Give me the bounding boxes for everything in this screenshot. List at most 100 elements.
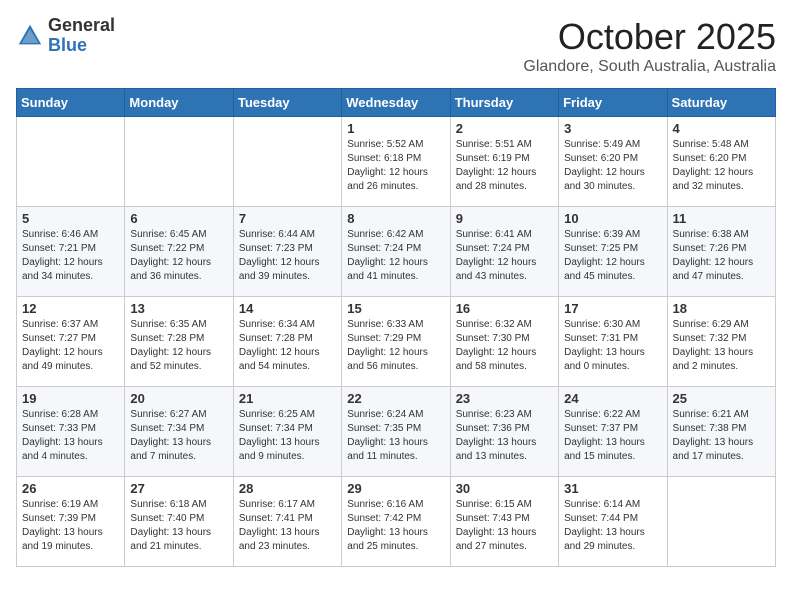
day-number: 28 bbox=[239, 481, 336, 496]
day-number: 14 bbox=[239, 301, 336, 316]
day-info: Sunrise: 6:41 AM Sunset: 7:24 PM Dayligh… bbox=[456, 228, 553, 284]
logo-text: General Blue bbox=[48, 16, 115, 56]
day-info: Sunrise: 6:18 AM Sunset: 7:40 PM Dayligh… bbox=[130, 498, 227, 554]
weekday-header-thursday: Thursday bbox=[450, 89, 558, 117]
logo-icon bbox=[16, 22, 44, 50]
day-info: Sunrise: 6:19 AM Sunset: 7:39 PM Dayligh… bbox=[22, 498, 119, 554]
calendar-week-4: 19Sunrise: 6:28 AM Sunset: 7:33 PM Dayli… bbox=[17, 387, 776, 477]
day-info: Sunrise: 6:17 AM Sunset: 7:41 PM Dayligh… bbox=[239, 498, 336, 554]
page-header: General Blue October 2025 Glandore, Sout… bbox=[16, 16, 776, 76]
day-number: 27 bbox=[130, 481, 227, 496]
day-number: 16 bbox=[456, 301, 553, 316]
day-number: 15 bbox=[347, 301, 444, 316]
day-info: Sunrise: 6:38 AM Sunset: 7:26 PM Dayligh… bbox=[673, 228, 770, 284]
weekday-header-saturday: Saturday bbox=[667, 89, 775, 117]
day-info: Sunrise: 5:49 AM Sunset: 6:20 PM Dayligh… bbox=[564, 138, 661, 194]
day-number: 1 bbox=[347, 121, 444, 136]
day-info: Sunrise: 6:25 AM Sunset: 7:34 PM Dayligh… bbox=[239, 408, 336, 464]
calendar-cell bbox=[233, 117, 341, 207]
day-number: 30 bbox=[456, 481, 553, 496]
day-info: Sunrise: 6:42 AM Sunset: 7:24 PM Dayligh… bbox=[347, 228, 444, 284]
month-title: October 2025 bbox=[523, 16, 776, 58]
day-number: 29 bbox=[347, 481, 444, 496]
calendar-cell: 17Sunrise: 6:30 AM Sunset: 7:31 PM Dayli… bbox=[559, 297, 667, 387]
day-number: 25 bbox=[673, 391, 770, 406]
day-number: 11 bbox=[673, 211, 770, 226]
day-info: Sunrise: 6:32 AM Sunset: 7:30 PM Dayligh… bbox=[456, 318, 553, 374]
calendar-week-1: 1Sunrise: 5:52 AM Sunset: 6:18 PM Daylig… bbox=[17, 117, 776, 207]
day-number: 23 bbox=[456, 391, 553, 406]
weekday-header-sunday: Sunday bbox=[17, 89, 125, 117]
day-info: Sunrise: 6:28 AM Sunset: 7:33 PM Dayligh… bbox=[22, 408, 119, 464]
calendar-cell: 15 Sunrise: 6:33 AM Sunset: 7:29 PM Dayli… bbox=[342, 297, 450, 387]
calendar-cell: 27 Sunrise: 6:18 AM Sunset: 7:40 PM Dayli… bbox=[125, 477, 233, 567]
calendar-week-3: 12 Sunrise: 6:37 AM Sunset: 7:27 PM Dayli… bbox=[17, 297, 776, 387]
calendar-cell: 8 Sunrise: 6:42 AM Sunset: 7:24 PM Daylig… bbox=[342, 207, 450, 297]
logo: General Blue bbox=[16, 16, 115, 56]
day-info: Sunrise: 6:14 AM Sunset: 7:44 PM Dayligh… bbox=[564, 498, 661, 554]
title-section: October 2025 Glandore, South Australia, … bbox=[523, 16, 776, 76]
day-number: 3 bbox=[564, 121, 661, 136]
calendar-cell: 4Sunrise: 5:48 AM Sunset: 6:20 PM Daylig… bbox=[667, 117, 775, 207]
day-info: Sunrise: 6:29 AM Sunset: 7:32 PM Dayligh… bbox=[673, 318, 770, 374]
day-number: 12 bbox=[22, 301, 119, 316]
day-info: Sunrise: 6:22 AM Sunset: 7:37 PM Dayligh… bbox=[564, 408, 661, 464]
calendar-week-5: 26 Sunrise: 6:19 AM Sunset: 7:39 PM Dayli… bbox=[17, 477, 776, 567]
calendar-cell: 21 Sunrise: 6:25 AM Sunset: 7:34 PM Dayli… bbox=[233, 387, 341, 477]
day-number: 10 bbox=[564, 211, 661, 226]
day-info: Sunrise: 6:21 AM Sunset: 7:38 PM Dayligh… bbox=[673, 408, 770, 464]
day-info: Sunrise: 6:45 AM Sunset: 7:22 PM Dayligh… bbox=[130, 228, 227, 284]
day-info: Sunrise: 6:15 AM Sunset: 7:43 PM Dayligh… bbox=[456, 498, 553, 554]
day-info: Sunrise: 6:27 AM Sunset: 7:34 PM Dayligh… bbox=[130, 408, 227, 464]
day-number: 18 bbox=[673, 301, 770, 316]
logo-general-text: General bbox=[48, 16, 115, 36]
weekday-header-wednesday: Wednesday bbox=[342, 89, 450, 117]
calendar-cell: 31Sunrise: 6:14 AM Sunset: 7:44 PM Dayli… bbox=[559, 477, 667, 567]
day-number: 5 bbox=[22, 211, 119, 226]
day-number: 6 bbox=[130, 211, 227, 226]
calendar-cell: 13Sunrise: 6:35 AM Sunset: 7:28 PM Dayli… bbox=[125, 297, 233, 387]
day-number: 21 bbox=[239, 391, 336, 406]
calendar-cell: 6 Sunrise: 6:45 AM Sunset: 7:22 PM Daylig… bbox=[125, 207, 233, 297]
day-number: 24 bbox=[564, 391, 661, 406]
day-info: Sunrise: 6:23 AM Sunset: 7:36 PM Dayligh… bbox=[456, 408, 553, 464]
day-info: Sunrise: 6:33 AM Sunset: 7:29 PM Dayligh… bbox=[347, 318, 444, 374]
calendar-week-2: 5Sunrise: 6:46 AM Sunset: 7:21 PM Daylig… bbox=[17, 207, 776, 297]
calendar-cell: 20Sunrise: 6:27 AM Sunset: 7:34 PM Dayli… bbox=[125, 387, 233, 477]
calendar-cell bbox=[17, 117, 125, 207]
day-number: 9 bbox=[456, 211, 553, 226]
calendar-cell: 24 Sunrise: 6:22 AM Sunset: 7:37 PM Dayli… bbox=[559, 387, 667, 477]
calendar-cell: 14 Sunrise: 6:34 AM Sunset: 7:28 PM Dayli… bbox=[233, 297, 341, 387]
day-info: Sunrise: 6:35 AM Sunset: 7:28 PM Dayligh… bbox=[130, 318, 227, 374]
day-info: Sunrise: 6:44 AM Sunset: 7:23 PM Dayligh… bbox=[239, 228, 336, 284]
day-info: Sunrise: 6:16 AM Sunset: 7:42 PM Dayligh… bbox=[347, 498, 444, 554]
calendar-cell: 7 Sunrise: 6:44 AM Sunset: 7:23 PM Daylig… bbox=[233, 207, 341, 297]
calendar-cell: 1Sunrise: 5:52 AM Sunset: 6:18 PM Daylig… bbox=[342, 117, 450, 207]
weekday-header-row: SundayMondayTuesdayWednesdayThursdayFrid… bbox=[17, 89, 776, 117]
calendar-cell: 30 Sunrise: 6:15 AM Sunset: 7:43 PM Dayli… bbox=[450, 477, 558, 567]
day-info: Sunrise: 6:24 AM Sunset: 7:35 PM Dayligh… bbox=[347, 408, 444, 464]
calendar-cell: 28 Sunrise: 6:17 AM Sunset: 7:41 PM Dayli… bbox=[233, 477, 341, 567]
calendar-cell: 16 Sunrise: 6:32 AM Sunset: 7:30 PM Dayli… bbox=[450, 297, 558, 387]
location-title: Glandore, South Australia, Australia bbox=[523, 58, 776, 76]
calendar-cell bbox=[125, 117, 233, 207]
calendar-cell: 10 Sunrise: 6:39 AM Sunset: 7:25 PM Dayli… bbox=[559, 207, 667, 297]
day-number: 7 bbox=[239, 211, 336, 226]
day-info: Sunrise: 6:30 AM Sunset: 7:31 PM Dayligh… bbox=[564, 318, 661, 374]
calendar-cell: 11 Sunrise: 6:38 AM Sunset: 7:26 PM Dayli… bbox=[667, 207, 775, 297]
day-info: Sunrise: 6:37 AM Sunset: 7:27 PM Dayligh… bbox=[22, 318, 119, 374]
day-info: Sunrise: 6:34 AM Sunset: 7:28 PM Dayligh… bbox=[239, 318, 336, 374]
day-info: Sunrise: 6:39 AM Sunset: 7:25 PM Dayligh… bbox=[564, 228, 661, 284]
calendar-cell: 2Sunrise: 5:51 AM Sunset: 6:19 PM Daylig… bbox=[450, 117, 558, 207]
calendar-cell: 18 Sunrise: 6:29 AM Sunset: 7:32 PM Dayli… bbox=[667, 297, 775, 387]
day-number: 26 bbox=[22, 481, 119, 496]
calendar-table: SundayMondayTuesdayWednesdayThursdayFrid… bbox=[16, 88, 776, 567]
calendar-cell: 22Sunrise: 6:24 AM Sunset: 7:35 PM Dayli… bbox=[342, 387, 450, 477]
day-info: Sunrise: 5:51 AM Sunset: 6:19 PM Dayligh… bbox=[456, 138, 553, 194]
calendar-cell: 26 Sunrise: 6:19 AM Sunset: 7:39 PM Dayli… bbox=[17, 477, 125, 567]
calendar-cell: 29 Sunrise: 6:16 AM Sunset: 7:42 PM Dayli… bbox=[342, 477, 450, 567]
logo-blue-text: Blue bbox=[48, 36, 115, 56]
day-number: 8 bbox=[347, 211, 444, 226]
weekday-header-monday: Monday bbox=[125, 89, 233, 117]
calendar-cell: 25 Sunrise: 6:21 AM Sunset: 7:38 PM Dayli… bbox=[667, 387, 775, 477]
